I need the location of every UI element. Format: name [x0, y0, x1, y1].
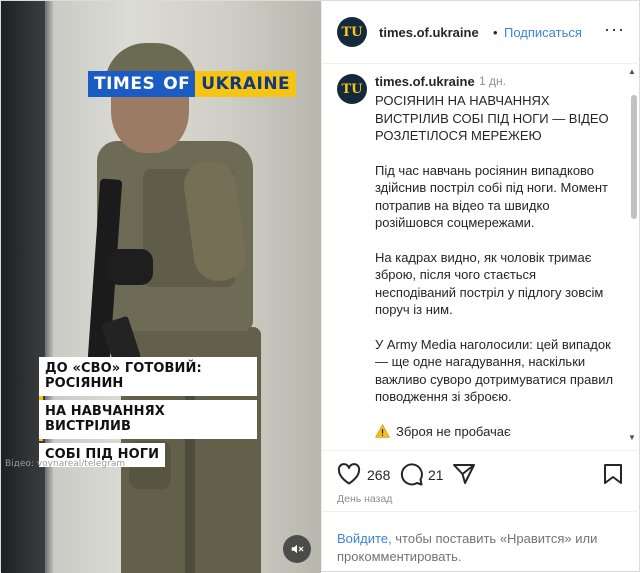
video-wall-edge [45, 1, 53, 573]
video-caption-line: НА НАВЧАННЯХ ВИСТРІЛИВ [39, 400, 257, 439]
muted-speaker-icon [291, 544, 304, 554]
avatar[interactable]: TU [337, 17, 367, 47]
post-frame: TIMES OF UKRAINE ДО «СВО» ГОТОВИЙ: РОСІЯ… [0, 0, 640, 573]
post-header: TU times.of.ukraine • Подписаться ··· [322, 1, 640, 64]
save-button[interactable] [603, 463, 623, 490]
post-panel: TU times.of.ukraine • Подписаться ··· TU… [321, 1, 640, 571]
video-glove [107, 249, 153, 285]
caption-scroll-area[interactable]: TU times.of.ukraine 1 дн. РОСІЯНИН НА НА… [322, 64, 640, 449]
like-button[interactable] [337, 463, 361, 490]
brand-logo-of: OF [161, 71, 196, 97]
login-prompt: Войдите, чтобы поставить «Нравится» или … [322, 511, 640, 572]
brand-logo-times: TIMES [88, 71, 162, 97]
warning-text: Зброя не пробачає [396, 423, 511, 439]
caption-timestamp[interactable]: 1 дн. [479, 74, 506, 88]
caption-paragraph: На кадрах видно, як чоловік тримає зброю… [375, 249, 604, 318]
mute-button[interactable] [283, 535, 311, 563]
video-caption: ДО «СВО» ГОТОВИЙ: РОСІЯНИН НА НАВЧАННЯХ … [39, 357, 257, 471]
heart-icon [337, 463, 361, 485]
caption-warning: Зброя не пробачає [375, 423, 619, 441]
video-caption-line: ДО «СВО» ГОТОВИЙ: РОСІЯНИН [39, 357, 257, 396]
likes-count[interactable]: 268 [367, 467, 390, 483]
separator-dot: • [493, 25, 498, 40]
bookmark-icon [604, 464, 622, 484]
caption-paragraph: Під час навчань росіянин випадково здійс… [375, 162, 608, 231]
scrollbar-thumb[interactable] [631, 95, 637, 219]
follow-button[interactable]: Подписаться [504, 25, 582, 40]
comment-icon [400, 463, 423, 486]
brand-logo-ukraine: UKRAINE [195, 71, 297, 97]
scroll-up-arrow-icon[interactable]: ▲ [628, 67, 636, 76]
brand-logo: TIMES OF UKRAINE [88, 71, 297, 97]
comments-count[interactable]: 21 [428, 467, 444, 483]
warning-icon [375, 424, 390, 438]
login-link[interactable]: Войдите [337, 531, 388, 546]
more-options-icon[interactable]: ··· [604, 19, 625, 40]
video-watermark: Відео: voynareal/telegram [5, 459, 126, 469]
avatar[interactable]: TU [337, 74, 367, 104]
username-link[interactable]: times.of.ukraine [379, 25, 479, 40]
comment-button[interactable] [400, 462, 424, 491]
share-button[interactable] [452, 463, 476, 490]
post-actions: 268 21 День назад [322, 450, 640, 511]
login-prompt-text: Войдите, чтобы поставить «Нравится» или … [337, 530, 627, 566]
video-player[interactable]: TIMES OF UKRAINE ДО «СВО» ГОТОВИЙ: РОСІЯ… [1, 1, 321, 573]
scrollbar[interactable]: ▲ ▼ [628, 67, 640, 445]
caption-paragraph: У Army Media наголосили: цей випадок — щ… [375, 336, 614, 405]
share-icon [453, 464, 475, 484]
post-date[interactable]: День назад [337, 493, 392, 505]
scroll-down-arrow-icon[interactable]: ▼ [628, 433, 636, 442]
video-shadow [1, 1, 45, 573]
caption-username-link[interactable]: times.of.ukraine [375, 74, 475, 89]
caption-text: РОСІЯНИН НА НАВЧАННЯХ ВИСТРІЛИВ СОБІ ПІД… [375, 92, 619, 440]
caption-paragraph: РОСІЯНИН НА НАВЧАННЯХ ВИСТРІЛИВ СОБІ ПІД… [375, 93, 609, 143]
